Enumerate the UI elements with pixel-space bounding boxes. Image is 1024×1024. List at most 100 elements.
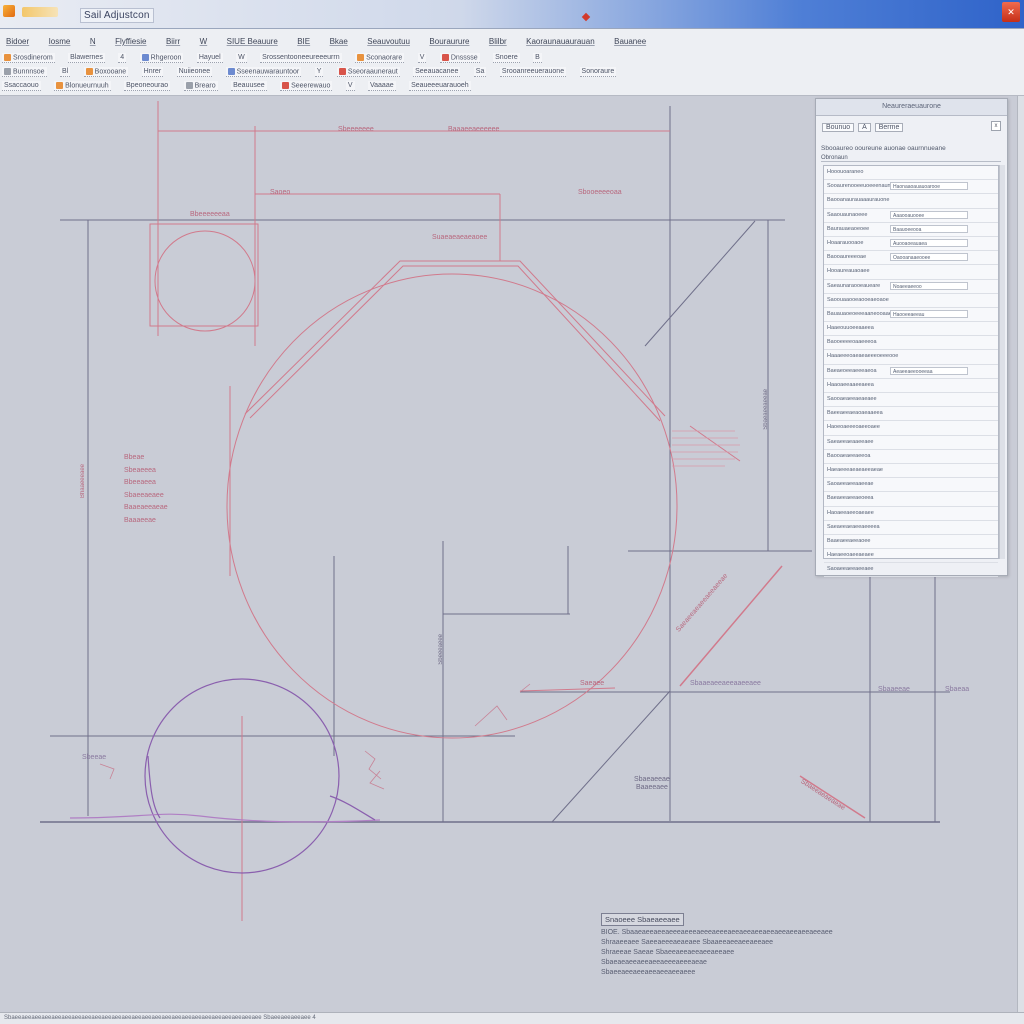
property-row[interactable]: Hooouoaraneo — [824, 166, 998, 181]
properties-panel[interactable]: Neaureraeuaurone Bounuo A Berme x Sbooau… — [815, 98, 1008, 578]
dimension-label: Sbooeeeeoaa — [578, 189, 622, 196]
toolbar-button[interactable]: Seaueeeuarauoeh — [409, 81, 471, 91]
property-row[interactable]: Saeaeeaeaeeaeeeea — [824, 521, 998, 535]
property-row[interactable]: Haeaeeoaeeaeaee — [824, 549, 998, 564]
property-row[interactable]: Saaouaunaoeee Aaaooauooee — [824, 209, 998, 223]
diagonal-dimension — [679, 565, 783, 687]
property-row[interactable]: Saooaeaeeaeaeaee — [824, 393, 998, 408]
property-row[interactable]: Bauauaoeoeeeaaneooaae Haooeeaeeau — [824, 308, 998, 323]
dimension-label: Sbeeae — [82, 754, 107, 761]
dimension-label: Sbaaeaeeaeeaaeeaee — [690, 680, 761, 687]
dimension-label: Bbeeeeeeaa — [190, 211, 230, 218]
property-row[interactable]: Sooaurenooeeuoeeenaunaoee Haonaaoauauoaro… — [824, 180, 998, 195]
dimension-label: Baaaeeaeeeeee — [448, 126, 500, 133]
title-bar: Sail Adjustcon ✕ — [0, 0, 1024, 29]
property-label: Baooeeeeoaaeeeoa — [827, 339, 877, 346]
property-row[interactable]: Baeeaeeaeaoaeaaeea — [824, 407, 998, 422]
property-value-field[interactable]: Aaaooauooee — [890, 210, 968, 219]
property-value-field[interactable]: Baauoeeooa — [890, 224, 968, 233]
property-row[interactable]: Hoaarauooaoe Auooaoeauaea — [824, 237, 998, 252]
tool-icon — [185, 81, 193, 89]
property-row[interactable]: Haaeouuoeeaaeea — [824, 322, 998, 337]
toolbar-button[interactable]: Blonueurnuuh — [54, 80, 111, 91]
outer-hull-circle — [226, 273, 678, 739]
property-row[interactable]: Baooeeeeoaaeeeoa — [824, 336, 998, 351]
annotation-line: Sbaeeaeaee — [124, 491, 164, 499]
toolbar-button[interactable]: Bpeoneourao — [124, 81, 171, 91]
window-title: Sail Adjustcon — [80, 8, 154, 23]
property-row[interactable]: Saeaeeaeaaeeaee — [824, 436, 998, 450]
property-label: Baeeaeeaeaoaeaaeea — [827, 410, 883, 417]
toolbar-button[interactable]: Ssaccaouo — [2, 81, 41, 91]
property-row[interactable]: Haoeoaeeeoaeeoaee — [824, 421, 998, 436]
annotation-line: Sbeaeeea — [124, 466, 156, 474]
toolbar-button[interactable]: Vaaaae — [367, 81, 396, 91]
canvas-scrollbar[interactable] — [1017, 96, 1024, 1012]
notification-icon[interactable] — [581, 12, 591, 22]
panel-tool-button[interactable]: A — [858, 123, 871, 132]
property-value-field[interactable]: Oaooanaaeooee — [890, 253, 968, 262]
property-row[interactable]: Baooaureeeoae Oaooanaaeooee — [824, 251, 998, 266]
property-list[interactable]: Hooouoaraneo Sooaurenooeeuoeeenaunaoee Hao… — [823, 165, 999, 578]
diagonal-guide-line — [551, 690, 671, 823]
toolbar-button[interactable]: Seeerewauo — [280, 80, 333, 91]
property-row[interactable]: Baurauaeaoeoee Baauoeeooa — [824, 223, 998, 237]
property-label: Saoaeeaeeaaeeae — [827, 481, 874, 488]
callout-leader — [369, 770, 385, 790]
status-bar: Sbaeeaeeaeeaeeaeeaeeaeeaeeaeeaeeaeeaeeae… — [0, 1012, 1024, 1024]
panel-title: Neaureraeuaurone — [816, 99, 1007, 116]
property-row[interactable]: Saoaeeaeeaeeaee — [824, 563, 998, 578]
annotation-line: Baaeaeeaeae — [124, 504, 168, 511]
toolbar-button[interactable]: Beauusee — [231, 81, 267, 91]
toolbar-button[interactable]: Brearo — [183, 80, 218, 91]
toolbar-button-label: Seaueeeuarauoeh — [411, 82, 469, 89]
annotation-stack: Bbeae Sbeaeeea Bbeeaeea Sbaeeaeaee Baaea… — [124, 452, 168, 527]
property-label: Saooaeaeeaeaeaee — [827, 396, 877, 402]
property-row[interactable]: Baeaeeaeeaeoeea — [824, 492, 998, 507]
property-value-field[interactable]: Haooeeaeeau — [890, 309, 968, 318]
callout-leader — [364, 750, 382, 780]
note-line: Shraaeeaee Saeeaeeeaeaeaee Sbaaeeaeeaeea… — [601, 939, 774, 946]
app-icon[interactable] — [3, 5, 15, 17]
toolbar-button[interactable]: V — [345, 81, 355, 91]
property-row[interactable]: Saoouaaooeaooeaeoaoe — [824, 294, 998, 308]
toolbar-button-label: Vaaaae — [369, 82, 394, 89]
vertical-dimension-label: Sbeeeaeee — [438, 634, 444, 665]
annotation-line: Bbeeaeea — [124, 479, 156, 486]
property-label: Hooouoaraneo — [827, 169, 864, 175]
property-row[interactable]: Hooaureauaoaee — [824, 265, 998, 280]
toolbar-button-label: Bpeoneourao — [126, 82, 169, 89]
note-line: Shraeeae Saeae Sbaeeaeeaeeaeeaeeaee — [601, 949, 735, 956]
property-row[interactable]: Baaeaeeaeeaoee — [824, 535, 998, 550]
panel-tool-button[interactable]: Berme — [874, 123, 904, 132]
detail-circle — [154, 230, 256, 332]
property-label: Saeaunaraooeaueare — [827, 282, 881, 289]
panel-tool-button[interactable]: Bounuo — [822, 123, 855, 132]
note-line: Sbaeeaeeaeeaeeaeeaeeaeee — [601, 969, 696, 976]
vertical-dimension-label: Bhaaeeeaee — [80, 464, 86, 499]
property-row[interactable]: Haaoaeeaaeeaeea — [824, 379, 998, 393]
property-row[interactable]: Haaaeeeoaeaeaeeeoeeeooe — [824, 350, 998, 365]
panel-scrollbar[interactable] — [999, 165, 1005, 559]
property-value-field[interactable]: Aeaeeaeeooeeaa — [890, 366, 968, 375]
property-value-field[interactable]: Auooaoeauaea — [890, 238, 968, 247]
toolbar-button-label: Beauusee — [233, 82, 265, 89]
dimension-label: Sbeeeeeee — [338, 126, 374, 133]
property-value-field[interactable]: Noaeeaeeoo — [890, 281, 968, 290]
quick-access-toolbar[interactable] — [22, 7, 58, 17]
note-line: Sbaeaeaeeaeeaeeaeeeaeeeaeae — [601, 959, 707, 966]
property-row[interactable]: Saeaunaraooeaueare Noaeeaeeoo — [824, 280, 998, 294]
close-button[interactable]: ✕ — [1002, 2, 1020, 22]
property-row[interactable]: Baeaeoeeaeeeaeoa Aeaeeaeeooeeaa — [824, 365, 998, 379]
property-row[interactable]: Saoaeeaeeaaeeae — [824, 478, 998, 493]
property-row[interactable]: Haoaeeaeeoaeaee — [824, 507, 998, 521]
panel-close-icon[interactable]: x — [991, 121, 1001, 131]
property-label: Haoaeeaeeoaeaee — [827, 509, 874, 516]
property-row[interactable]: Baooaeaeeaeeoa — [824, 450, 998, 464]
property-row[interactable]: Haeaeeeaeaeaeeaeae — [824, 464, 998, 479]
property-label: Saaouaunaoeee — [827, 211, 868, 218]
property-row[interactable]: Baooanaurauaaaurauone — [824, 194, 998, 209]
property-value-field[interactable]: Haonaaoauauoarooe — [890, 182, 968, 191]
callout-leader — [474, 705, 508, 727]
dimension-line — [519, 687, 616, 692]
